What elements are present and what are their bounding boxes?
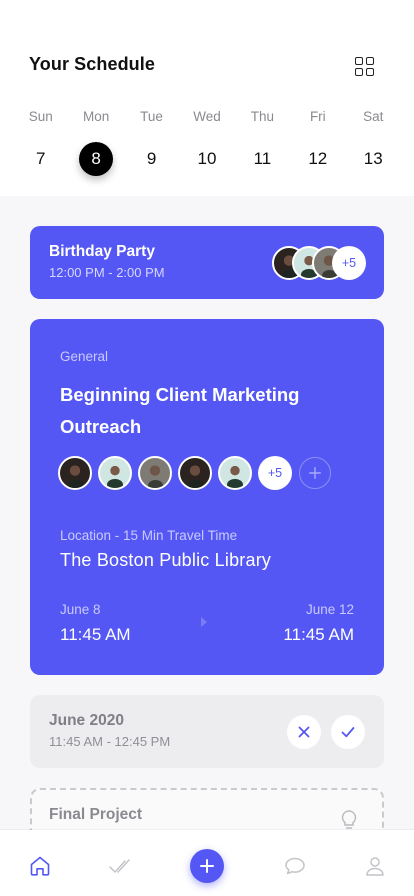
grid-icon[interactable] bbox=[355, 57, 375, 77]
close-icon bbox=[298, 726, 310, 738]
day-thu[interactable]: Thu 11 bbox=[235, 108, 290, 176]
location-name: The Boston Public Library bbox=[60, 550, 272, 570]
event-time: 11:45 AM - 12:45 PM bbox=[49, 734, 171, 749]
event-category: General bbox=[60, 349, 109, 364]
end-date: June 12 bbox=[305, 602, 354, 617]
check-icon bbox=[341, 727, 355, 738]
day-wed[interactable]: Wed 10 bbox=[179, 108, 234, 176]
arrow-right-icon bbox=[201, 617, 207, 627]
avatar bbox=[218, 456, 252, 490]
day-sat[interactable]: Sat 13 bbox=[346, 108, 401, 176]
avatar bbox=[58, 456, 92, 490]
event-time: 12:00 PM - 2:00 PM bbox=[49, 265, 165, 280]
add-attendee-button[interactable] bbox=[299, 457, 331, 489]
start-date: June 8 bbox=[60, 602, 101, 617]
day-number[interactable]: 11 bbox=[245, 142, 279, 176]
event-title: Birthday Party bbox=[49, 243, 155, 260]
day-tue[interactable]: Tue 9 bbox=[124, 108, 179, 176]
event-title: Beginning Client Marketing Outreach bbox=[60, 384, 300, 437]
day-mon[interactable]: Mon 8 bbox=[68, 108, 123, 176]
day-number-selected[interactable]: 8 bbox=[79, 142, 114, 176]
page-title: Your Schedule bbox=[29, 54, 155, 74]
day-number[interactable]: 13 bbox=[356, 142, 390, 176]
day-number[interactable]: 9 bbox=[135, 142, 169, 176]
day-number[interactable]: 12 bbox=[301, 142, 335, 176]
chat-icon[interactable] bbox=[283, 854, 307, 878]
day-number[interactable]: 7 bbox=[24, 142, 58, 176]
add-event-button[interactable] bbox=[190, 849, 224, 883]
avatar bbox=[178, 456, 212, 490]
home-icon[interactable] bbox=[28, 854, 52, 878]
accept-button[interactable] bbox=[331, 715, 365, 749]
day-fri[interactable]: Fri 12 bbox=[290, 108, 345, 176]
event-card-june[interactable]: June 2020 11:45 AM - 12:45 PM bbox=[30, 695, 384, 768]
plus-icon bbox=[309, 467, 321, 479]
day-name: Wed bbox=[193, 109, 221, 124]
profile-icon[interactable] bbox=[363, 854, 387, 878]
lightbulb-icon bbox=[341, 810, 357, 829]
day-name: Mon bbox=[83, 109, 110, 124]
event-title: June 2020 bbox=[49, 712, 124, 729]
bottom-navigation bbox=[0, 830, 414, 896]
event-card-main[interactable]: General Beginning Client Marketing Outre… bbox=[30, 319, 384, 675]
more-attendees-badge[interactable]: +5 bbox=[258, 456, 292, 490]
event-title: Final Project bbox=[49, 806, 143, 823]
start-time: 11:45 AM bbox=[60, 625, 131, 644]
day-name: Sat bbox=[363, 109, 384, 124]
week-strip: Sun 7 Mon 8 Tue 9 Wed 10 Thu 11 Fri 12 S… bbox=[13, 108, 401, 176]
day-name: Tue bbox=[140, 109, 163, 124]
day-name: Fri bbox=[309, 109, 326, 124]
decline-button[interactable] bbox=[287, 715, 321, 749]
location-label: Location - 15 Min Travel Time bbox=[60, 528, 238, 543]
day-name: Thu bbox=[250, 109, 275, 124]
more-attendees-badge[interactable]: +5 bbox=[332, 246, 366, 280]
avatar bbox=[138, 456, 172, 490]
check-icon[interactable] bbox=[108, 854, 132, 878]
end-time: 11:45 AM bbox=[283, 625, 354, 644]
plus-icon bbox=[200, 859, 214, 873]
avatar bbox=[98, 456, 132, 490]
day-name: Sun bbox=[28, 109, 53, 124]
attendee-avatars: +5 bbox=[58, 456, 338, 492]
schedule-header-panel: Your Schedule Sun 7 Mon 8 Tue 9 Wed 10 T… bbox=[0, 0, 414, 196]
day-number[interactable]: 10 bbox=[190, 142, 224, 176]
day-sun[interactable]: Sun 7 bbox=[13, 108, 68, 176]
